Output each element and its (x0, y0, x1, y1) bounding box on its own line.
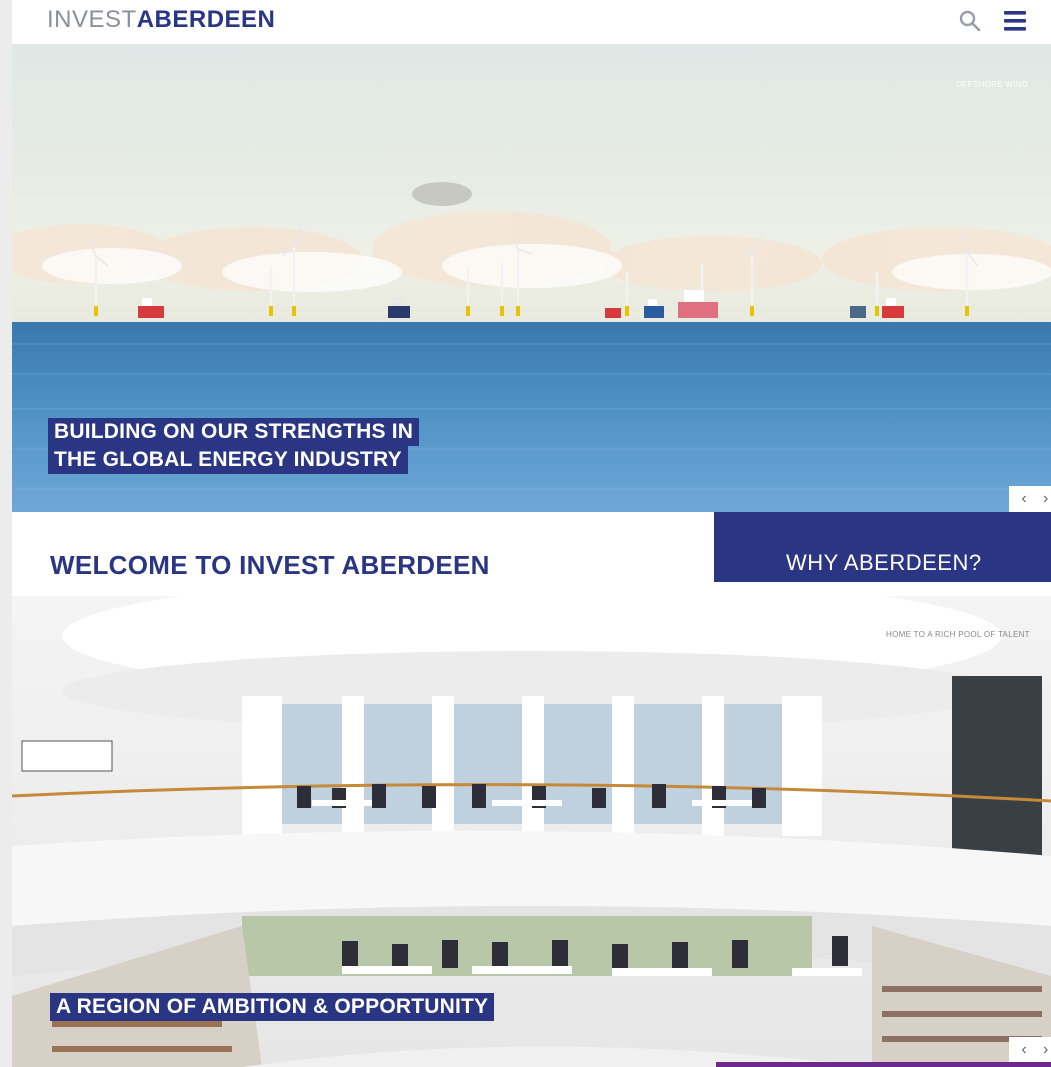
accent-purple-bar (716, 1062, 1051, 1067)
headline-line-1: BUILDING ON OUR STRENGTHS IN (48, 418, 420, 446)
slider-prev-button-2[interactable]: ‹ (1009, 1037, 1039, 1063)
page: INVESTABERDEEN OFFSHORE WIND BUILDING ON… (0, 0, 1051, 1067)
headline-line-2: THE GLOBAL ENERGY INDUSTRY (48, 446, 408, 474)
hamburger-menu-icon (1004, 11, 1026, 31)
slider-prev-button[interactable]: ‹ (1009, 486, 1039, 512)
hero-headline-ambition: A REGION OF AMBITION & OPPORTUNITY (50, 993, 495, 1021)
why-aberdeen-button[interactable]: WHY ABERDEEN? (714, 512, 1051, 582)
search-icon (959, 10, 981, 32)
search-button[interactable] (958, 9, 982, 33)
slide-tag-talent: HOME TO A RICH POOL OF TALENT (886, 630, 1030, 639)
slide-tag-offshore-wind: OFFSHORE WIND (956, 80, 1028, 89)
slider-next-button-2[interactable]: › (1039, 1037, 1051, 1063)
hero-headline-energy: BUILDING ON OUR STRENGTHS IN THE GLOBAL … (48, 418, 420, 474)
menu-button[interactable] (1002, 9, 1028, 33)
invest-aberdeen-logo[interactable]: INVESTABERDEEN (47, 6, 275, 34)
welcome-title: WELCOME TO INVEST ABERDEEN (50, 550, 490, 580)
logo-text-invest: INVEST (47, 6, 137, 33)
slider-next-button[interactable]: › (1039, 486, 1051, 512)
logo-text-aberdeen: ABERDEEN (136, 6, 276, 33)
hero-slide-talent[interactable]: HOME TO A RICH POOL OF TALENT A REGION O… (12, 596, 1051, 1067)
why-aberdeen-label: WHY ABERDEEN? (786, 550, 982, 575)
site-header: INVESTABERDEEN (12, 0, 1051, 44)
left-gutter (0, 0, 12, 1067)
headline-ambition-text: A REGION OF AMBITION & OPPORTUNITY (50, 993, 495, 1021)
hero-slide-offshore-wind[interactable]: OFFSHORE WIND BUILDING ON OUR STRENGTHS … (12, 44, 1051, 512)
